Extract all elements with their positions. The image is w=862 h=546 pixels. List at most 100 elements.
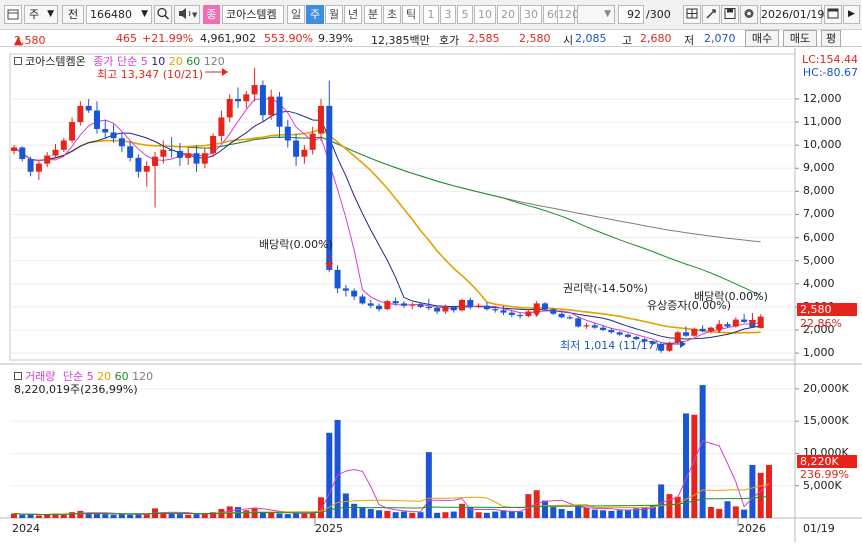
candle-body [475,305,482,307]
interval-custom-select[interactable]: ▼ [577,5,615,24]
candle-body [400,303,407,306]
candle-body [168,149,175,151]
interval-30[interactable]: 30 [520,5,542,24]
volume-bar [699,385,706,518]
tab-month[interactable]: 월 [325,5,343,24]
lc-label: LC:154.44 [801,53,858,66]
chart-menu-icon[interactable] [14,372,22,380]
data-count-total: /300 [646,8,671,21]
candle-body [351,290,358,297]
candle-body [608,329,615,333]
volume-bar [185,514,192,518]
candle-body [384,301,391,310]
interval-10[interactable]: 10 [474,5,496,24]
volume-bar [716,508,723,518]
interval-120[interactable]: 120 [557,5,579,24]
candle-body [492,309,499,311]
candle-body [19,147,26,160]
data-count-input[interactable]: 92 [618,5,644,24]
volume-value: 8,220,019주(236,99%) [14,383,138,396]
legend-stock-name: 코아스템켐온 [25,55,86,68]
volume-bar [732,506,739,518]
candle-body [35,163,42,172]
high-price: 2,680 [640,32,672,45]
candle-body [152,156,159,166]
tab-day[interactable]: 일 [287,5,305,24]
volume-axis-label: 15,000K [803,414,849,428]
tab-tick[interactable]: 틱 [402,5,420,24]
calendar-icon[interactable] [824,5,842,24]
volume-bar [284,514,291,518]
save-icon[interactable] [721,5,739,24]
volume-bar [666,494,673,518]
volume-bar [492,511,499,518]
volume-bar [27,514,34,518]
stock-code-input[interactable]: 166480 ▼ [86,5,152,24]
jeon-button[interactable]: 전 [62,5,84,24]
volume-bar [608,510,615,518]
chart-menu-icon[interactable] [4,5,22,24]
volume-bar [475,512,482,518]
candle-body [500,310,507,313]
search-icon[interactable] [154,5,172,24]
stock-code-value: 166480 [90,8,132,21]
candle-body [392,301,399,304]
candle-body [185,153,192,158]
volume-bar [102,514,109,518]
evaluate-button[interactable]: 평 [821,30,841,47]
volume-bar [268,512,275,518]
volume-bar [367,508,374,518]
volume-bar [467,507,474,518]
candle-body [417,304,424,307]
volume-bar [376,510,383,518]
interval-1[interactable]: 1 [423,5,439,24]
volume-bar [417,512,424,518]
candle-body [44,155,51,164]
volume-bar [658,484,665,518]
volume-ratio: 553.90% [264,32,313,45]
tab-second[interactable]: 초 [383,5,401,24]
hc-label: HC:-80.67 [802,66,858,79]
expand-icon[interactable]: ▶ [843,5,860,24]
tab-week[interactable]: 주 [306,5,324,24]
buy-button[interactable]: 매수 [745,30,779,47]
high-label: 고 [622,34,633,47]
price-axis-label: 12,000 [803,91,842,105]
date-input[interactable]: 2026/01/19 [760,5,824,24]
gear-icon[interactable] [740,5,758,24]
candle-body [741,319,748,322]
candle-body [409,304,416,306]
sell-button[interactable]: 매도 [783,30,817,47]
candle-body [160,149,167,157]
candle-body [359,296,366,304]
low-price: 2,070 [704,32,736,45]
interval-3[interactable]: 3 [440,5,456,24]
candle-body [201,153,208,164]
volume-bar [77,510,84,518]
candle-body [210,135,217,154]
volume-bar [69,512,76,518]
price-tag: 2,580 [797,303,857,316]
interval-20[interactable]: 20 [497,5,519,24]
tab-minute[interactable]: 분 [364,5,382,24]
candle-body [583,325,590,327]
tools-icon[interactable] [702,5,720,24]
chart-type-select[interactable]: 주 ▼ [24,5,58,24]
annotation-dividend-2: 배당락(0.00%) [694,290,768,303]
volume-bar [566,510,573,518]
price-axis-label: 4,000 [803,276,835,290]
candle-body [483,305,490,310]
speaker-icon[interactable]: ▼ [174,5,200,24]
grid-icon[interactable] [683,5,701,24]
candle-body [508,312,515,315]
volume-bar [384,510,391,518]
volume-bar [707,507,714,518]
tab-year[interactable]: 년 [344,5,362,24]
volume-bar [243,510,250,518]
market-badge: 종 [203,5,220,24]
candle-body [127,146,134,158]
annotation-rights: 권리락(-14.50%) [563,282,648,295]
interval-5[interactable]: 5 [457,5,473,24]
turnover-rate: 9.39% [318,32,353,45]
chart-menu-icon[interactable] [14,57,22,65]
